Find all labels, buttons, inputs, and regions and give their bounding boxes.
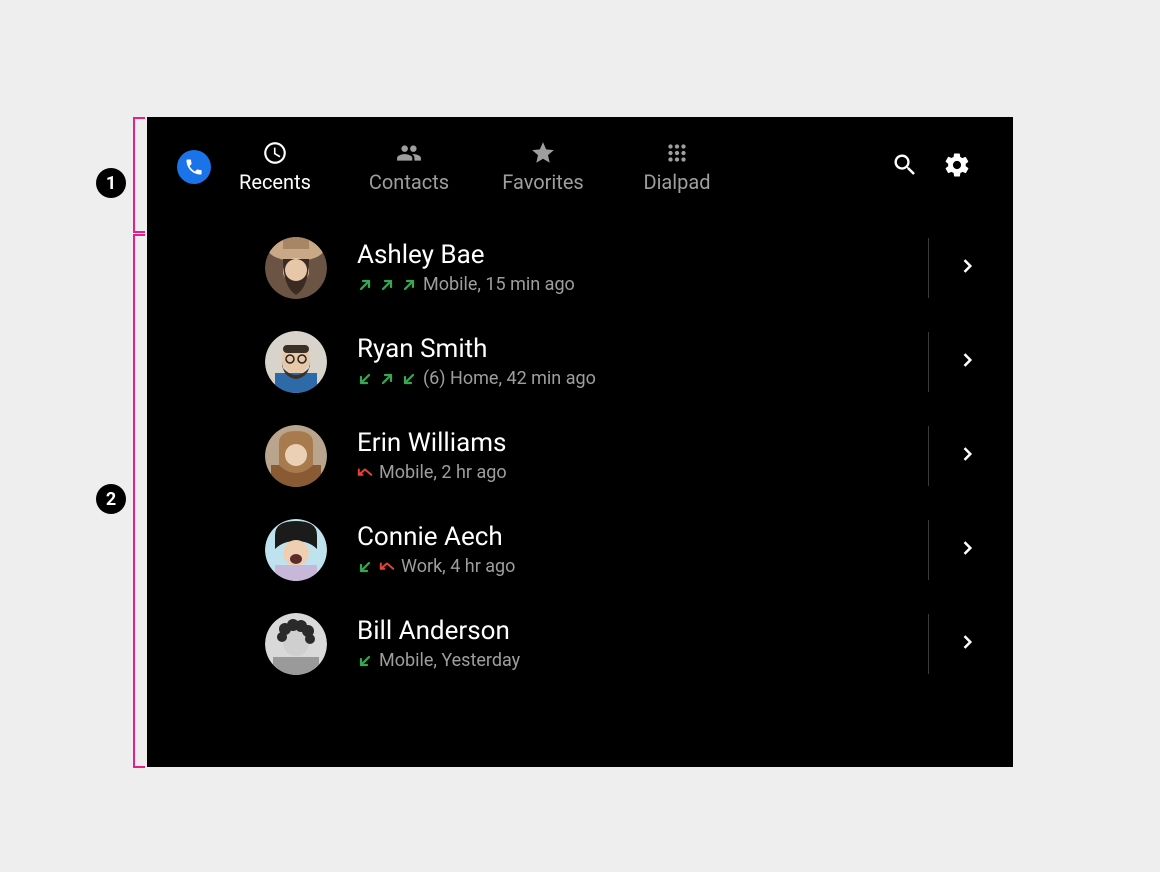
call-meta: Work, 4 hr ago bbox=[357, 556, 912, 577]
call-meta: Mobile, Yesterday bbox=[357, 650, 912, 671]
details-button[interactable] bbox=[945, 256, 989, 280]
call-meta-text: Mobile, 2 hr ago bbox=[379, 462, 507, 483]
details-button[interactable] bbox=[945, 350, 989, 374]
call-info: Bill Anderson Mobile, Yesterday bbox=[357, 617, 912, 672]
call-row[interactable]: Bill Anderson Mobile, Yesterday bbox=[147, 597, 1013, 691]
incoming-call-icon bbox=[357, 371, 373, 387]
tab-label: Dialpad bbox=[643, 170, 710, 194]
details-button[interactable] bbox=[945, 632, 989, 656]
missed-call-icon bbox=[357, 465, 373, 481]
avatar bbox=[265, 613, 327, 675]
call-meta: Mobile, 2 hr ago bbox=[357, 462, 912, 483]
avatar bbox=[265, 425, 327, 487]
chevron-right-icon bbox=[957, 632, 977, 656]
contact-name: Erin Williams bbox=[357, 429, 912, 459]
call-info: Ashley Bae Mobile, 15 min ago bbox=[357, 241, 912, 296]
chevron-right-icon bbox=[957, 350, 977, 374]
incoming-call-icon bbox=[401, 371, 417, 387]
annotation-bracket-2 bbox=[133, 234, 145, 768]
dialpad-icon bbox=[664, 140, 690, 166]
tab-label: Favorites bbox=[502, 170, 584, 194]
call-meta-text: Mobile, Yesterday bbox=[379, 650, 520, 671]
tab-recents[interactable]: Recents bbox=[231, 140, 319, 194]
avatar bbox=[265, 331, 327, 393]
chevron-right-icon bbox=[957, 256, 977, 280]
tab-label: Recents bbox=[239, 170, 311, 194]
clock-icon bbox=[262, 140, 288, 166]
call-meta-text: (6) Home, 42 min ago bbox=[423, 368, 596, 389]
avatar bbox=[265, 237, 327, 299]
call-row[interactable]: Ashley Bae Mobile, 15 min ago bbox=[147, 221, 1013, 315]
divider bbox=[928, 426, 929, 486]
annotation-callout-2: 2 bbox=[96, 484, 126, 514]
call-meta: (6) Home, 42 min ago bbox=[357, 368, 912, 389]
call-meta-text: Work, 4 hr ago bbox=[401, 556, 515, 577]
people-icon bbox=[396, 140, 422, 166]
tab-bar: Recents Contacts Favorites Dialpad bbox=[231, 140, 721, 194]
annotation-callout-1: 1 bbox=[96, 168, 126, 198]
call-row[interactable]: Ryan Smith (6) Home, 42 min ago bbox=[147, 315, 1013, 409]
contact-name: Connie Aech bbox=[357, 523, 912, 553]
phone-app-panel: Recents Contacts Favorites Dialpad bbox=[147, 117, 1013, 767]
star-icon bbox=[530, 140, 556, 166]
call-row[interactable]: Connie Aech Work, 4 hr ago bbox=[147, 503, 1013, 597]
call-meta: Mobile, 15 min ago bbox=[357, 274, 912, 295]
topbar: Recents Contacts Favorites Dialpad bbox=[147, 117, 1013, 217]
divider bbox=[928, 520, 929, 580]
phone-app-icon bbox=[177, 150, 211, 184]
search-button[interactable] bbox=[885, 147, 925, 187]
missed-call-icon bbox=[379, 559, 395, 575]
tab-dialpad[interactable]: Dialpad bbox=[633, 140, 721, 194]
contact-name: Ryan Smith bbox=[357, 335, 912, 365]
call-row[interactable]: Erin Williams Mobile, 2 hr ago bbox=[147, 409, 1013, 503]
details-button[interactable] bbox=[945, 444, 989, 468]
tab-contacts[interactable]: Contacts bbox=[365, 140, 453, 194]
call-info: Ryan Smith (6) Home, 42 min ago bbox=[357, 335, 912, 390]
divider bbox=[928, 238, 929, 298]
divider bbox=[928, 614, 929, 674]
gear-icon bbox=[943, 151, 971, 183]
outgoing-call-icon bbox=[379, 371, 395, 387]
call-info: Connie Aech Work, 4 hr ago bbox=[357, 523, 912, 578]
recents-list: Ashley Bae Mobile, 15 min ago Ryan Smith (6… bbox=[147, 217, 1013, 691]
details-button[interactable] bbox=[945, 538, 989, 562]
incoming-call-icon bbox=[357, 559, 373, 575]
outgoing-call-icon bbox=[357, 277, 373, 293]
search-icon bbox=[891, 151, 919, 183]
settings-button[interactable] bbox=[937, 147, 977, 187]
divider bbox=[928, 332, 929, 392]
call-info: Erin Williams Mobile, 2 hr ago bbox=[357, 429, 912, 484]
contact-name: Ashley Bae bbox=[357, 241, 912, 271]
chevron-right-icon bbox=[957, 444, 977, 468]
tab-favorites[interactable]: Favorites bbox=[499, 140, 587, 194]
contact-name: Bill Anderson bbox=[357, 617, 912, 647]
call-meta-text: Mobile, 15 min ago bbox=[423, 274, 575, 295]
chevron-right-icon bbox=[957, 538, 977, 562]
tab-label: Contacts bbox=[369, 170, 449, 194]
incoming-call-icon bbox=[357, 653, 373, 669]
avatar bbox=[265, 519, 327, 581]
outgoing-call-icon bbox=[401, 277, 417, 293]
outgoing-call-icon bbox=[379, 277, 395, 293]
annotation-bracket-1 bbox=[133, 117, 145, 233]
